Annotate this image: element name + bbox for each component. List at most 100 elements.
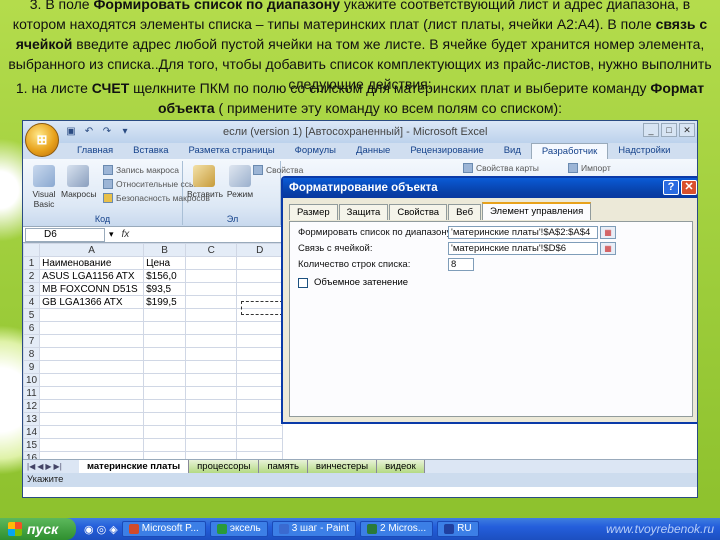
cell[interactable] — [236, 386, 283, 400]
cell[interactable]: Цена — [143, 256, 186, 270]
taskbar-item[interactable]: эксель — [209, 521, 268, 537]
row-header[interactable]: 14 — [23, 425, 41, 439]
dialog-close-button[interactable]: ✕ — [681, 180, 697, 195]
cell[interactable] — [143, 425, 186, 439]
row-header[interactable]: 8 — [23, 347, 41, 361]
row-header[interactable]: 6 — [23, 321, 41, 335]
row-header[interactable]: 4 — [23, 295, 41, 309]
cell[interactable] — [184, 438, 238, 452]
cell[interactable]: Наименование — [39, 256, 145, 270]
ribbon-tab[interactable]: Вид — [494, 143, 531, 159]
cell[interactable] — [236, 269, 283, 283]
cell[interactable] — [39, 425, 145, 439]
cell[interactable] — [39, 412, 145, 426]
column-header[interactable]: D — [236, 243, 283, 257]
cell[interactable] — [39, 347, 145, 361]
row-header[interactable]: 1 — [23, 256, 41, 270]
record-macro-button[interactable]: Запись макроса — [103, 165, 179, 175]
sheet-tab[interactable]: процессоры — [189, 459, 260, 474]
cell[interactable] — [39, 308, 145, 322]
cell[interactable] — [236, 282, 283, 296]
cell-link-input[interactable]: 'материнские платы'!$D$6 — [448, 242, 598, 255]
insert-control-button[interactable]: Вставить — [187, 165, 223, 199]
cell[interactable] — [143, 386, 186, 400]
next-sheet-icon[interactable]: ▶ — [45, 462, 51, 471]
column-header[interactable]: B — [143, 243, 186, 257]
row-header[interactable]: 11 — [23, 386, 41, 400]
dialog-tab[interactable]: Элемент управления — [482, 202, 592, 220]
prev-sheet-icon[interactable]: ◀ — [37, 462, 43, 471]
dialog-tab[interactable]: Веб — [448, 204, 482, 220]
design-mode-button[interactable]: Режим — [223, 165, 257, 199]
taskbar-item[interactable]: Microsoft P... — [121, 521, 206, 537]
cell[interactable] — [184, 386, 238, 400]
cell[interactable] — [39, 399, 145, 413]
close-button[interactable]: ✕ — [679, 123, 695, 137]
dialog-tab[interactable]: Свойства — [389, 204, 448, 220]
ribbon-tab[interactable]: Разметка страницы — [178, 143, 284, 159]
cell[interactable] — [39, 386, 145, 400]
cell[interactable] — [39, 360, 145, 374]
cell[interactable]: $93,5 — [143, 282, 186, 296]
cell[interactable] — [184, 412, 238, 426]
first-sheet-icon[interactable]: |◀ — [27, 462, 35, 471]
ribbon-tab[interactable]: Вставка — [123, 143, 178, 159]
save-icon[interactable]: ▣ — [65, 125, 77, 137]
cell[interactable] — [143, 412, 186, 426]
redo-icon[interactable]: ↷ — [101, 125, 113, 137]
last-sheet-icon[interactable]: ▶| — [54, 462, 62, 471]
ribbon-tab[interactable]: Формулы — [285, 143, 346, 159]
maximize-button[interactable]: □ — [661, 123, 677, 137]
sheet-tab[interactable]: видеок — [377, 459, 425, 474]
cell[interactable] — [143, 308, 186, 322]
combo-box-placeholder[interactable] — [241, 301, 283, 315]
ribbon-tab[interactable]: Главная — [67, 143, 123, 159]
cell[interactable] — [39, 373, 145, 387]
list-rows-input[interactable]: 8 — [448, 258, 474, 271]
visual-basic-button[interactable]: Visual Basic — [27, 165, 61, 209]
name-box[interactable]: D6 — [25, 227, 105, 242]
cell[interactable] — [143, 321, 186, 335]
undo-icon[interactable]: ↶ — [83, 125, 95, 137]
cell[interactable]: $199,5 — [143, 295, 186, 309]
taskbar-item[interactable]: RU — [437, 521, 479, 537]
cell[interactable] — [184, 295, 238, 309]
cell[interactable] — [184, 321, 238, 335]
cell[interactable] — [184, 282, 238, 296]
cell[interactable] — [236, 373, 283, 387]
cell[interactable] — [236, 321, 283, 335]
sheet-tab[interactable]: материнские платы — [79, 459, 190, 474]
row-header[interactable]: 2 — [23, 269, 41, 283]
taskbar-item[interactable]: 2 Micros... — [359, 521, 434, 537]
start-button[interactable]: пуск — [0, 518, 76, 540]
cell[interactable]: GB LGA1366 ATX — [39, 295, 145, 309]
taskbar-item[interactable]: 3 шаг - Paint — [271, 521, 356, 537]
function-icon[interactable]: fx — [122, 229, 130, 240]
cell[interactable] — [236, 360, 283, 374]
dropdown-icon[interactable]: ▾ — [119, 125, 131, 137]
cell[interactable] — [184, 425, 238, 439]
cell[interactable]: MB FOXCONN D51S — [39, 282, 145, 296]
shading-checkbox[interactable] — [298, 278, 308, 288]
row-header[interactable]: 13 — [23, 412, 41, 426]
import-button[interactable]: Импорт — [568, 163, 611, 173]
cell[interactable] — [143, 347, 186, 361]
cell[interactable]: $156,0 — [143, 269, 186, 283]
cell[interactable] — [39, 438, 145, 452]
row-header[interactable]: 3 — [23, 282, 41, 296]
cell[interactable] — [184, 269, 238, 283]
dropdown-icon[interactable]: ▾ — [109, 229, 114, 240]
cell[interactable] — [184, 308, 238, 322]
office-button[interactable]: ⊞ — [25, 123, 59, 157]
ribbon-tab[interactable]: Надстройки — [608, 143, 680, 159]
row-header[interactable]: 12 — [23, 399, 41, 413]
cell[interactable] — [143, 373, 186, 387]
ribbon-tab[interactable]: Данные — [346, 143, 400, 159]
cell[interactable] — [39, 334, 145, 348]
row-header[interactable]: 15 — [23, 438, 41, 452]
cell[interactable] — [184, 399, 238, 413]
cell[interactable] — [236, 256, 283, 270]
range-input[interactable]: 'материнские платы'!$A$2:$A$4 — [448, 226, 598, 239]
row-header[interactable]: 10 — [23, 373, 41, 387]
cell[interactable] — [236, 425, 283, 439]
